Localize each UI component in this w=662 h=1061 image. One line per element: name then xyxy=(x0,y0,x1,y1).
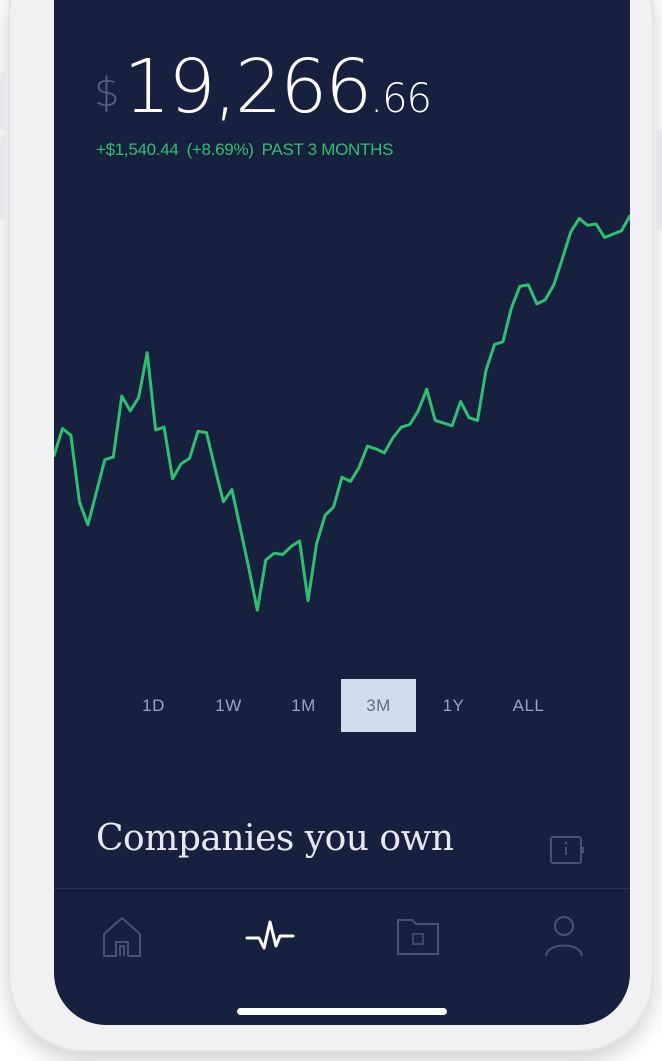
portfolio-value-series-line xyxy=(54,214,630,612)
tab-activity[interactable] xyxy=(240,906,300,966)
change-amount: +$1,540.44 xyxy=(96,140,179,159)
change-percent: (+8.69%) xyxy=(186,140,254,159)
portfolio-change: +$1,540.44 (+8.69%) PAST 3 MONTHS xyxy=(96,140,401,160)
value-whole: 19,266 xyxy=(123,44,372,130)
range-3m[interactable]: 3M xyxy=(341,679,416,732)
range-all[interactable]: ALL xyxy=(491,679,566,732)
range-1m[interactable]: 1M xyxy=(266,679,341,732)
side-button xyxy=(0,72,6,130)
tab-profile[interactable] xyxy=(534,906,594,966)
folder-icon xyxy=(397,919,439,955)
section-title: Companies you own xyxy=(96,818,454,859)
tab-home[interactable] xyxy=(92,906,152,966)
tabbar-divider xyxy=(54,888,630,889)
range-1y[interactable]: 1Y xyxy=(416,679,491,732)
home-indicator[interactable] xyxy=(237,1008,447,1015)
profile-icon xyxy=(545,916,583,957)
side-button xyxy=(0,136,6,220)
portfolio-value: $19,266.66 xyxy=(94,44,432,130)
activity-icon xyxy=(245,920,295,950)
currency-symbol: $ xyxy=(94,70,120,116)
time-range-selector: 1D 1W 1M 3M 1Y ALL xyxy=(116,679,566,732)
portfolio-line-chart xyxy=(54,214,630,612)
side-button xyxy=(656,130,662,230)
phone-frame: $19,266.66 +$1,540.44 (+8.69%) PAST 3 MONT… xyxy=(0,0,662,1052)
home-icon xyxy=(103,917,141,957)
tab-portfolio[interactable] xyxy=(388,906,448,966)
change-period: PAST 3 MONTHS xyxy=(261,140,394,159)
info-card-icon[interactable] xyxy=(549,833,587,867)
range-1d[interactable]: 1D xyxy=(116,679,191,732)
value-cents: .66 xyxy=(370,76,432,122)
app-screen: $19,266.66 +$1,540.44 (+8.69%) PAST 3 MONT… xyxy=(54,0,630,1025)
range-1w[interactable]: 1W xyxy=(191,679,266,732)
